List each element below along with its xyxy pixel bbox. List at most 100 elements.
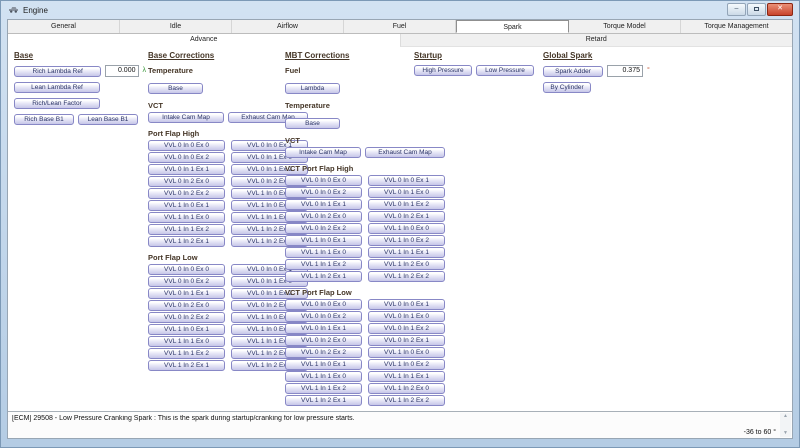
startup-heading: Startup — [414, 51, 540, 60]
spark-content: Base Rich Lambda Ref 0.000 λ Lean Lambda… — [8, 47, 792, 411]
vvl-map-button[interactable]: VVL 0 In 0 Ex 0 — [285, 299, 362, 310]
scroll-down-icon[interactable]: ▼ — [783, 430, 788, 437]
vvl-map-button[interactable]: VVL 0 In 1 Ex 1 — [148, 288, 225, 299]
vvl-map-button[interactable]: VVL 1 In 1 Ex 2 — [285, 259, 362, 270]
vvl-map-button[interactable]: VVL 1 In 0 Ex 1 — [285, 235, 362, 246]
minimize-button[interactable]: – — [727, 3, 746, 16]
status-message: [ECM] 29508 - Low Pressure Cranking Spar… — [12, 415, 776, 422]
vvl-map-button[interactable]: VVL 0 In 1 Ex 0 — [368, 311, 445, 322]
vvl-map-button[interactable]: VVL 0 In 1 Ex 2 — [368, 199, 445, 210]
vvl-map-button[interactable]: VVL 1 In 1 Ex 2 — [148, 224, 225, 235]
vvl-map-button[interactable]: VVL 0 In 0 Ex 1 — [368, 175, 445, 186]
tab-torque-model[interactable]: Torque Model — [569, 20, 681, 33]
base-heading: Base — [14, 51, 146, 60]
tab-general[interactable]: General — [8, 20, 120, 33]
temperature-base-button[interactable]: Base — [285, 118, 340, 129]
vvl-map-button[interactable]: VVL 1 In 0 Ex 0 — [368, 347, 445, 358]
vvl-map-button[interactable]: VVL 1 In 0 Ex 0 — [368, 223, 445, 234]
status-range: -36 to 60 ° — [744, 429, 776, 436]
vvl-map-button[interactable]: VVL 0 In 2 Ex 2 — [148, 312, 225, 323]
tab-idle[interactable]: Idle — [120, 20, 232, 33]
vvl-map-button[interactable]: VVL 0 In 2 Ex 1 — [368, 335, 445, 346]
vvl-map-button[interactable]: VVL 0 In 0 Ex 2 — [148, 276, 225, 287]
vvl-map-button[interactable]: VVL 0 In 1 Ex 2 — [368, 323, 445, 334]
vct-port-flap-high-grid: VVL 0 In 0 Ex 0 VVL 0 In 0 Ex 1 VVL 0 In 0… — [285, 175, 447, 282]
vvl-map-button[interactable]: VVL 1 In 2 Ex 2 — [368, 271, 445, 282]
intake-cam-map-button[interactable]: Intake Cam Map — [148, 112, 224, 123]
engine-icon — [8, 1, 19, 19]
rich-lean-factor-button[interactable]: Rich/Lean Factor — [14, 98, 100, 109]
intake-cam-map-button[interactable]: Intake Cam Map — [285, 147, 361, 158]
status-scrollbar[interactable]: ▲ ▼ — [780, 413, 791, 437]
titlebar: Engine – ✕ — [1, 1, 799, 19]
vvl-map-button[interactable]: VVL 0 In 1 Ex 0 — [368, 187, 445, 198]
maximize-button[interactable] — [747, 3, 766, 16]
temperature-base-button[interactable]: Base — [148, 83, 203, 94]
vvl-map-button[interactable]: VVL 0 In 2 Ex 1 — [368, 211, 445, 222]
vvl-map-button[interactable]: VVL 1 In 2 Ex 1 — [148, 360, 225, 371]
window-title: Engine — [23, 6, 48, 15]
vvl-map-button[interactable]: VVL 1 In 0 Ex 2 — [368, 235, 445, 246]
vvl-map-button[interactable]: VVL 0 In 2 Ex 0 — [285, 335, 362, 346]
temperature-label: Temperature — [285, 101, 447, 110]
vvl-map-button[interactable]: VVL 1 In 1 Ex 0 — [285, 247, 362, 258]
vvl-map-button[interactable]: VVL 0 In 1 Ex 1 — [285, 199, 362, 210]
close-button[interactable]: ✕ — [767, 3, 793, 16]
vvl-map-button[interactable]: VVL 0 In 2 Ex 2 — [148, 188, 225, 199]
exhaust-cam-map-button[interactable]: Exhaust Cam Map — [365, 147, 445, 158]
tab-fuel[interactable]: Fuel — [344, 20, 456, 33]
vvl-map-button[interactable]: VVL 0 In 2 Ex 0 — [148, 176, 225, 187]
high-pressure-button[interactable]: High Pressure — [414, 65, 472, 76]
vvl-map-button[interactable]: VVL 1 In 2 Ex 1 — [148, 236, 225, 247]
vvl-map-button[interactable]: VVL 1 In 1 Ex 2 — [148, 348, 225, 359]
vvl-map-button[interactable]: VVL 1 In 0 Ex 1 — [285, 359, 362, 370]
vvl-map-button[interactable]: VVL 0 In 0 Ex 1 — [368, 299, 445, 310]
vvl-map-button[interactable]: VVL 0 In 0 Ex 0 — [285, 175, 362, 186]
rich-base-b1-button[interactable]: Rich Base B1 — [14, 114, 74, 125]
vvl-map-button[interactable]: VVL 0 In 0 Ex 2 — [148, 152, 225, 163]
vvl-map-button[interactable]: VVL 1 In 0 Ex 1 — [148, 324, 225, 335]
vvl-map-button[interactable]: VVL 1 In 2 Ex 1 — [285, 271, 362, 282]
vvl-map-button[interactable]: VVL 1 In 0 Ex 2 — [368, 359, 445, 370]
subtab-retard[interactable]: Retard — [400, 34, 793, 47]
vvl-map-button[interactable]: VVL 0 In 2 Ex 0 — [148, 300, 225, 311]
vvl-map-button[interactable]: VVL 0 In 0 Ex 0 — [148, 140, 225, 151]
startup-section: Startup High Pressure Low Pressure — [414, 49, 540, 81]
lean-lambda-ref-button[interactable]: Lean Lambda Ref — [14, 82, 100, 93]
subtab-advance[interactable]: Advance — [8, 34, 400, 47]
tab-airflow[interactable]: Airflow — [232, 20, 344, 33]
vvl-map-button[interactable]: VVL 0 In 0 Ex 2 — [285, 187, 362, 198]
mbt-corrections-section: MBT Corrections Fuel Lambda Temperature … — [285, 49, 447, 406]
vvl-map-button[interactable]: VVL 0 In 0 Ex 2 — [285, 311, 362, 322]
vvl-map-button[interactable]: VVL 0 In 1 Ex 1 — [285, 323, 362, 334]
vvl-map-button[interactable]: VVL 1 In 2 Ex 0 — [368, 259, 445, 270]
spark-adder-button[interactable]: Spark Adder — [543, 66, 603, 77]
vvl-map-button[interactable]: VVL 0 In 2 Ex 0 — [285, 211, 362, 222]
fuel-lambda-button[interactable]: Lambda — [285, 83, 340, 94]
by-cylinder-button[interactable]: By Cylinder — [543, 82, 591, 93]
vvl-map-button[interactable]: VVL 0 In 0 Ex 0 — [148, 264, 225, 275]
spark-adder-value-field[interactable]: 0.375 — [607, 65, 643, 77]
scroll-up-icon[interactable]: ▲ — [783, 413, 788, 420]
rich-lambda-value-field[interactable]: 0.000 — [105, 65, 138, 77]
lean-base-b1-button[interactable]: Lean Base B1 — [78, 114, 138, 125]
vvl-map-button[interactable]: VVL 1 In 2 Ex 2 — [368, 395, 445, 406]
rich-lambda-ref-button[interactable]: Rich Lambda Ref — [14, 66, 101, 77]
client-area: General Idle Airflow Fuel Spark Torque M… — [7, 19, 793, 439]
vvl-map-button[interactable]: VVL 0 In 2 Ex 2 — [285, 347, 362, 358]
vct-label: VCT — [285, 136, 447, 145]
vvl-map-button[interactable]: VVL 1 In 2 Ex 1 — [285, 395, 362, 406]
vvl-map-button[interactable]: VVL 1 In 1 Ex 0 — [148, 336, 225, 347]
vvl-map-button[interactable]: VVL 1 In 1 Ex 0 — [285, 371, 362, 382]
tab-torque-management[interactable]: Torque Management — [681, 20, 792, 33]
vvl-map-button[interactable]: VVL 0 In 1 Ex 1 — [148, 164, 225, 175]
low-pressure-button[interactable]: Low Pressure — [476, 65, 534, 76]
vvl-map-button[interactable]: VVL 1 In 0 Ex 1 — [148, 200, 225, 211]
vvl-map-button[interactable]: VVL 0 In 2 Ex 2 — [285, 223, 362, 234]
tab-spark[interactable]: Spark — [456, 20, 569, 33]
vvl-map-button[interactable]: VVL 1 In 1 Ex 0 — [148, 212, 225, 223]
vvl-map-button[interactable]: VVL 1 In 2 Ex 0 — [368, 383, 445, 394]
vvl-map-button[interactable]: VVL 1 In 1 Ex 2 — [285, 383, 362, 394]
vvl-map-button[interactable]: VVL 1 In 1 Ex 1 — [368, 371, 445, 382]
vvl-map-button[interactable]: VVL 1 In 1 Ex 1 — [368, 247, 445, 258]
